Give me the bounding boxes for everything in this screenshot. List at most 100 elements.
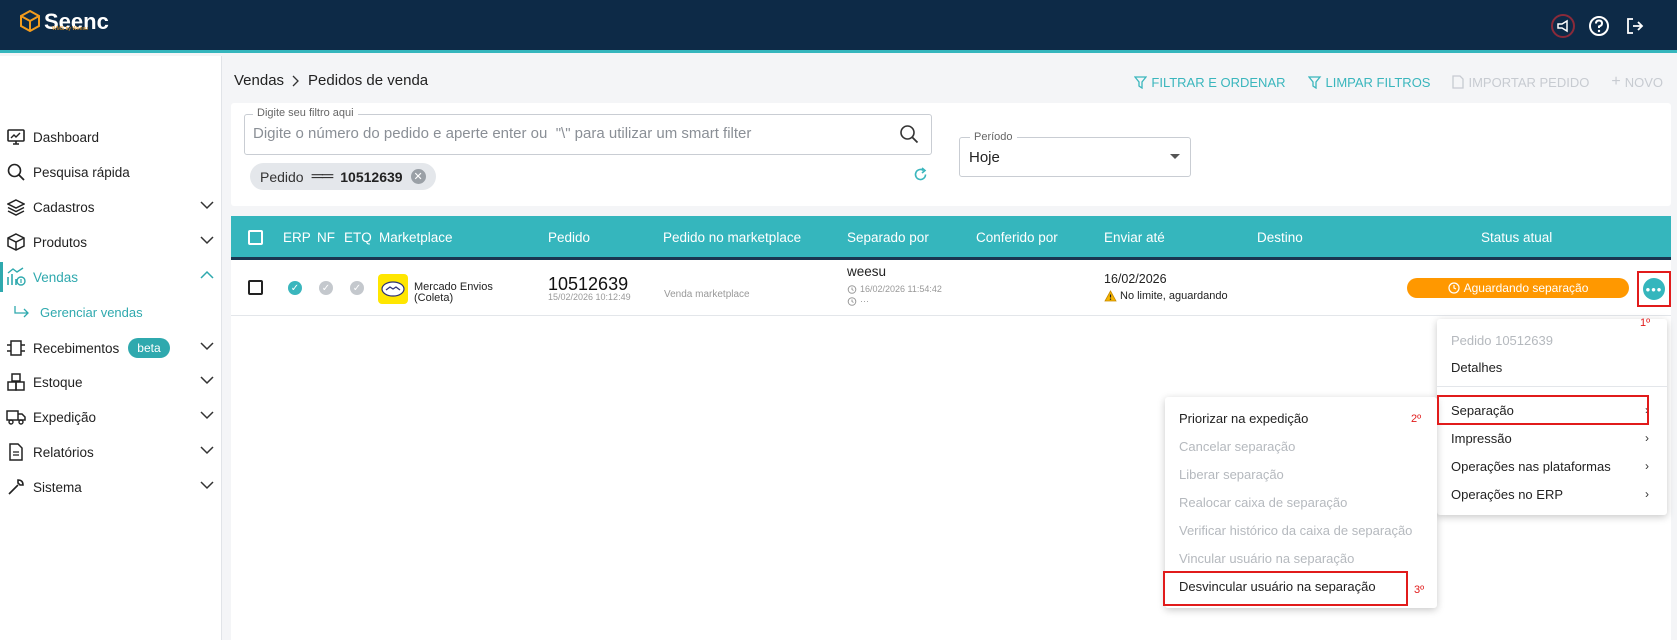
menu-item-impressao[interactable]: Impressão [1451,431,1512,446]
receiving-icon [5,337,27,359]
alarm-clock-icon [847,297,857,306]
new-button[interactable]: + NOVO [1611,73,1663,91]
separated-by-user: weesu [847,264,887,279]
order-date: 15/02/2026 10:12:49 [548,292,631,302]
menu-item-detalhes[interactable]: Detalhes [1451,360,1502,375]
warning-icon [1104,290,1117,302]
clear-filters-button[interactable]: LIMPAR FILTROS [1307,73,1431,91]
step2-marker: 2º [1411,413,1422,425]
breadcrumb-current: Pedidos de venda [308,72,429,89]
search-icon[interactable] [899,124,919,144]
import-order-button[interactable]: IMPORTAR PEDIDO [1452,73,1589,91]
period-select[interactable]: Período Hoje [959,131,1191,177]
report-icon [5,441,27,463]
step3-marker: 3º [1414,584,1425,596]
sidebar-item-label: Expedição [33,409,97,425]
period-value: Hoje [969,149,1000,166]
logo-subtitle: WMS by Weesu [52,26,88,32]
submenu-item-priorizar[interactable]: Priorizar na expedição [1179,411,1308,426]
header-pedido[interactable]: Pedido [548,230,590,245]
step2-highlight [1437,395,1649,425]
sidebar-item-estoque[interactable]: Estoque [0,367,222,397]
stock-icon [5,371,27,393]
submenu-item-liberar[interactable]: Liberar separação [1179,467,1284,482]
top-bar: Seenc WMS by Weesu [0,0,1677,53]
header-enviar-ate[interactable]: Enviar até [1104,230,1165,245]
header-separado-por[interactable]: Separado por [847,230,929,245]
logout-icon[interactable] [1623,14,1647,38]
ship-warning: No limite, aguardando [1104,290,1228,302]
chevron-down-icon[interactable] [200,235,214,245]
table-row[interactable]: ✓ ✓ ✓ Mercado Envios (Coleta) 10512639 1… [231,260,1671,316]
chevron-down-icon[interactable] [200,341,214,351]
sidebar-item-label: Sistema [33,479,82,495]
chevron-down-icon[interactable] [200,445,214,455]
alarm-clock-icon [847,285,857,294]
filter-chip[interactable]: Pedido ══ 10512639 ✕ [250,163,436,190]
chevron-down-icon[interactable] [200,200,214,210]
sidebar-item-label: Produtos [33,234,88,250]
chevron-down-icon[interactable] [200,480,214,490]
menu-item-operacoes-plataformas[interactable]: Operações nas plataformas [1451,459,1611,474]
header-status[interactable]: Status atual [1481,230,1552,245]
sidebar-item-label: Recebimentos [33,340,120,356]
wrench-icon [5,476,27,498]
submenu-item-cancelar[interactable]: Cancelar separação [1179,439,1295,454]
chip-remove-icon[interactable]: ✕ [410,169,426,184]
separated-time-text: 16/02/2026 11:54:42 [860,284,942,294]
help-icon[interactable] [1587,14,1611,38]
chevron-down-icon[interactable] [200,410,214,420]
clear-filters-label: LIMPAR FILTROS [1325,74,1431,90]
select-all-checkbox[interactable] [248,230,263,245]
refresh-icon[interactable] [913,167,928,182]
search-input[interactable] [253,125,873,142]
chip-value: 10512639 [340,168,403,185]
status-text: Aguardando separação [1463,281,1589,295]
etq-check-icon: ✓ [350,281,364,295]
sidebar-item-expedicao[interactable]: Expedição [0,402,222,432]
filter-sort-button[interactable]: FILTRAR E ORDENAR [1134,73,1286,91]
plus-icon: + [1611,73,1621,90]
marketplace-order: Venda marketplace [664,289,750,300]
separated-time-end-text: ··· [860,296,869,306]
row-checkbox[interactable] [248,280,263,295]
sidebar-subitem-gerenciar-vendas[interactable]: Gerenciar vendas [0,300,143,324]
header-nf: NF [317,230,335,245]
import-icon [1452,75,1465,89]
header-marketplace[interactable]: Marketplace [379,230,453,245]
breadcrumb: Vendas Pedidos de venda [234,72,428,89]
chevron-right-icon: › [1645,487,1649,501]
sidebar-item-quick-search[interactable]: Pesquisa rápida [0,157,222,187]
sidebar-item-sistema[interactable]: Sistema [0,472,222,502]
filter-sort-label: FILTRAR E ORDENAR [1151,74,1286,90]
step1-marker: 1º [1640,317,1651,329]
menu-item-operacoes-erp[interactable]: Operações no ERP [1451,487,1563,502]
chevron-down-icon[interactable] [200,375,214,385]
sidebar: Dashboard Pesquisa rápida Cadastros Prod… [0,56,222,640]
submenu-item-verificar-historico[interactable]: Verificar histórico da caixa de separaçã… [1179,523,1412,538]
breadcrumb-root[interactable]: Vendas [234,72,284,89]
sidebar-item-cadastros[interactable]: Cadastros [0,192,222,222]
chevron-right-icon: › [1645,431,1649,445]
menu-divider [1437,386,1667,387]
sidebar-item-produtos[interactable]: Produtos [0,227,222,257]
import-order-label: IMPORTAR PEDIDO [1468,74,1590,90]
sidebar-item-vendas[interactable]: Vendas [0,262,222,292]
header-destino[interactable]: Destino [1257,230,1303,245]
sidebar-item-recebimentos[interactable]: Recebimentos beta [0,333,222,363]
marketplace-name-line2: (Coleta) [414,292,454,304]
sidebar-item-relatorios[interactable]: Relatórios [0,437,222,467]
header-pedido-marketplace[interactable]: Pedido no marketplace [663,230,801,245]
megaphone-icon[interactable] [1551,14,1575,38]
submenu-item-realocar[interactable]: Realocar caixa de separação [1179,495,1347,510]
step1-highlight [1637,271,1671,307]
header-conferido-por[interactable]: Conferido por [976,230,1058,245]
chevron-up-icon[interactable] [200,270,214,280]
submenu-item-vincular[interactable]: Vincular usuário na separação [1179,551,1354,566]
marketplace-name: Mercado Envios (Coleta) [414,282,493,304]
sales-chart-icon [5,266,27,288]
mercado-envios-logo-icon [378,274,408,304]
clock-icon [1448,282,1460,294]
sidebar-item-dashboard[interactable]: Dashboard [0,122,222,152]
new-label: NOVO [1624,74,1663,90]
